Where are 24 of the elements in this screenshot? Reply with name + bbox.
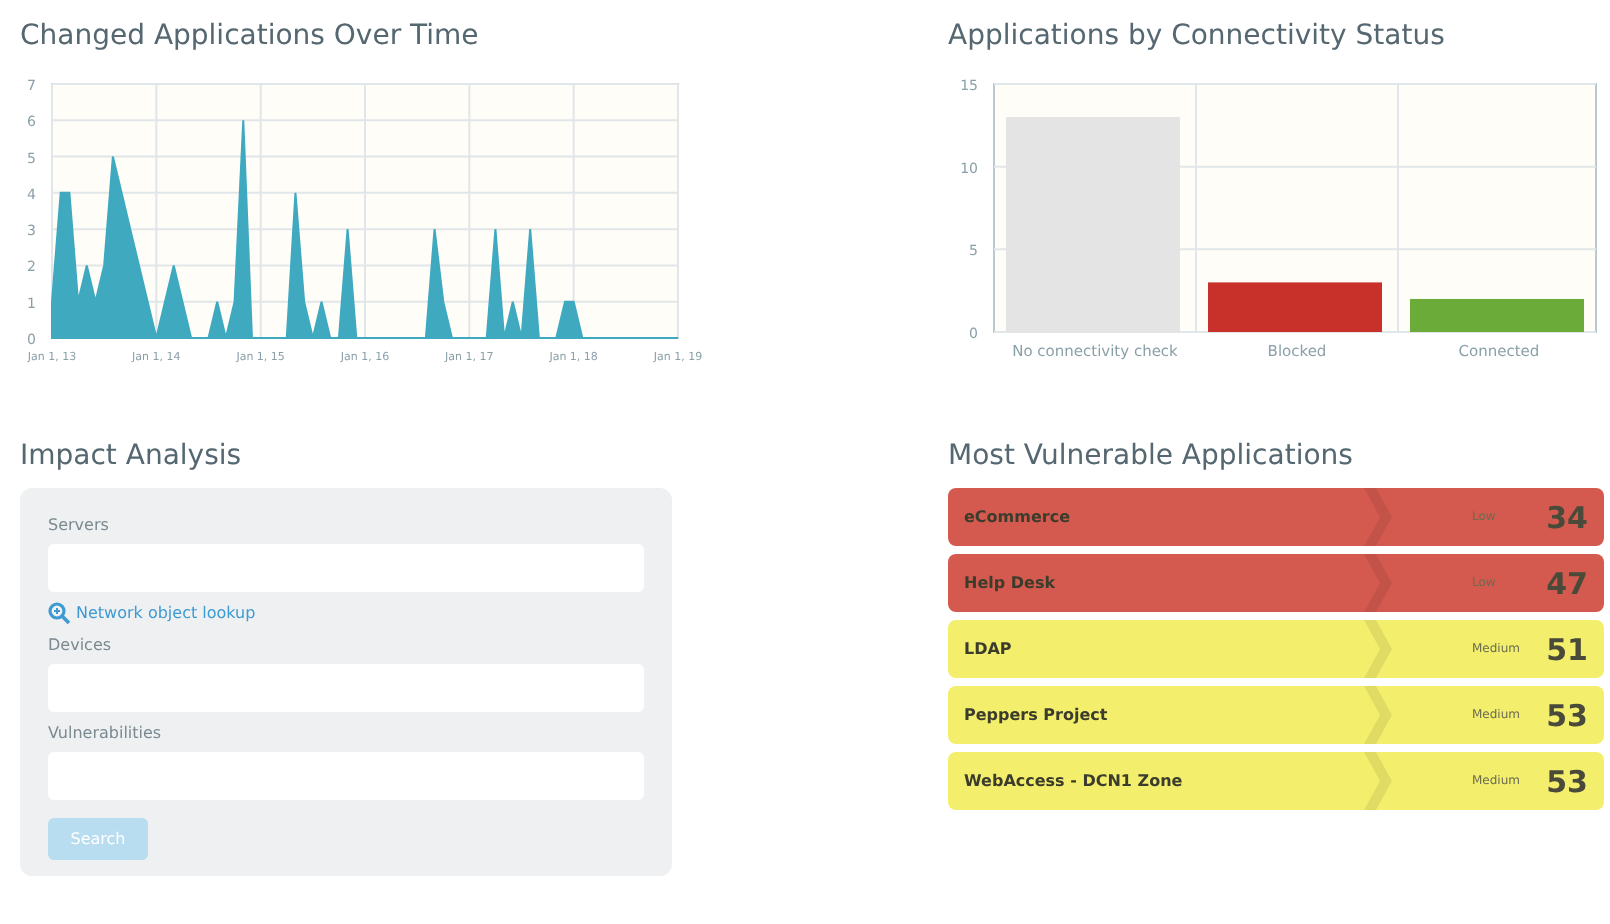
- field-label: Servers: [48, 516, 111, 534]
- section-title: Impact Analysis: [20, 440, 244, 472]
- application-name: LDAP: [964, 640, 1014, 658]
- section-title: Most Vulnerable Applications: [948, 440, 1355, 472]
- lookup-link[interactable]: Network object lookup: [48, 602, 644, 624]
- score: 34: [1544, 499, 1588, 535]
- application-name: WebAccess - DCN1 Zone: [964, 772, 1185, 790]
- application-name: Peppers Project: [964, 706, 1110, 724]
- chevron-icon: [1364, 686, 1392, 744]
- chevron-icon: [1364, 554, 1392, 612]
- section-title: Applications by Connectivity Status: [948, 20, 1447, 52]
- chevron-icon: [1364, 620, 1392, 678]
- chevron-icon: [1364, 488, 1392, 546]
- score: 47: [1544, 565, 1588, 601]
- section-title: Changed Applications Over Time: [20, 20, 481, 52]
- search-icon: [48, 602, 70, 624]
- application-name: Help Desk: [964, 574, 1058, 592]
- score: 53: [1544, 763, 1588, 799]
- chevron-icon: [1364, 752, 1392, 810]
- field-label: Devices: [48, 636, 114, 654]
- field-label: Vulnerabilities: [48, 724, 164, 742]
- application-name: eCommerce: [964, 508, 1073, 526]
- score: 53: [1544, 697, 1588, 733]
- score: 51: [1544, 631, 1588, 667]
